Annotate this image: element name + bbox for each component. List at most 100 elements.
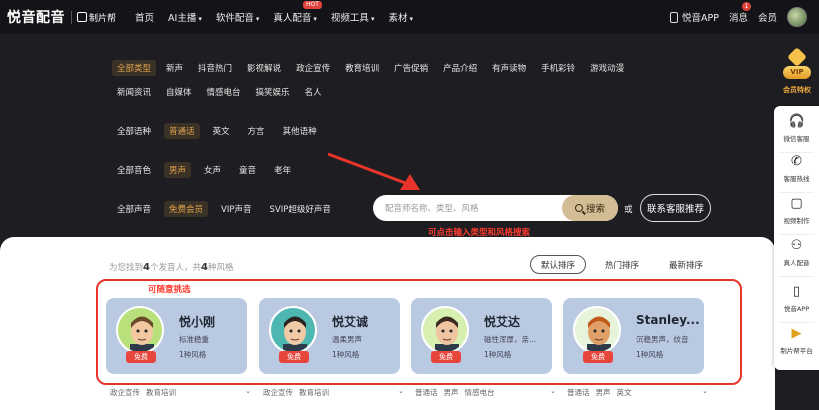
chevron-down-icon[interactable]: ⌄: [702, 387, 708, 398]
voice-style-count: 1种风格: [332, 350, 360, 359]
rail-item-phone[interactable]: ✆ 客服热线: [774, 154, 819, 183]
sort-hot-button[interactable]: 热门排序: [593, 255, 651, 274]
filter-chip-member-2[interactable]: VIP声音: [216, 201, 256, 217]
or-label: 或: [624, 205, 633, 215]
mobile-icon: ▯: [792, 284, 801, 299]
nav-item-label: 素材: [388, 13, 408, 24]
filter-chip-type_row1-6[interactable]: 广告促销: [389, 60, 433, 76]
mobile-icon: [670, 12, 678, 23]
user-avatar[interactable]: [787, 7, 807, 27]
filter-chip-voice-1[interactable]: 男声: [164, 162, 192, 178]
rail-item-label: 微信客服: [783, 135, 810, 143]
nav-item-0[interactable]: 首页: [128, 10, 161, 24]
voice-card[interactable]: 免费 悦艾达 磁性浑厚，亲... 1种风格: [411, 298, 552, 374]
rail-item-label: 真人配音: [783, 259, 810, 267]
rail-divider: [779, 234, 814, 235]
filter-chip-type_row1-4[interactable]: 政企宣传: [291, 60, 335, 76]
filter-chip-type_row1-5[interactable]: 教育培训: [340, 60, 384, 76]
voice-card[interactable]: 免费 Stanley... 沉稳男声，纹音 1种风格: [563, 298, 704, 374]
rail-item-play-circle[interactable]: ▶ 制片帮平台: [774, 326, 819, 355]
voice-tags: 普通话 男声 情感电台 ⌄: [415, 387, 556, 398]
pick-annotation: 可随意挑选: [148, 285, 191, 295]
sort-default-button[interactable]: 默认排序: [530, 255, 586, 274]
phone-icon: ✆: [791, 154, 802, 169]
voice-tag: 普通话: [567, 388, 590, 397]
messages-link[interactable]: 消息 1: [728, 2, 751, 24]
filter-chip-member-0[interactable]: 全部声音: [112, 201, 156, 217]
search-icon: [574, 204, 583, 212]
rail-item-label: 制片帮平台: [780, 347, 813, 355]
search-button[interactable]: 搜索: [562, 195, 618, 221]
voice-avatar: [421, 306, 469, 354]
voice-tag: 男声: [595, 388, 611, 397]
filter-chip-type_row1-3[interactable]: 影视解说: [242, 60, 286, 76]
voice-card[interactable]: 免费 悦艾诚 温柔男声 1种风格: [259, 298, 400, 374]
filter-chip-type_row2-0[interactable]: 新闻资讯: [112, 84, 156, 100]
chevron-down-icon[interactable]: ⌄: [398, 387, 404, 398]
nav-item-4[interactable]: 视频工具 ▾: [324, 10, 382, 24]
search-bar: 配音师名称、类型、风格 搜索: [373, 195, 618, 221]
annotation-arrow-icon: [327, 152, 420, 190]
filter-chip-voice-4[interactable]: 老年: [269, 162, 296, 178]
filter-chip-type_row2-1[interactable]: 自媒体: [161, 84, 197, 100]
filter-chip-language-1[interactable]: 普通话: [164, 123, 200, 139]
filter-chip-type_row1-9[interactable]: 手机彩铃: [536, 60, 580, 76]
logo[interactable]: 悦音配音 制片帮: [7, 7, 116, 27]
filter-chip-type_row1-10[interactable]: 游戏动漫: [585, 60, 629, 76]
filter-chip-member-1[interactable]: 免费会员: [164, 201, 209, 217]
rail-item-label: 客服热线: [783, 175, 810, 183]
search-input[interactable]: 配音师名称、类型、风格: [385, 202, 479, 214]
vip-promo[interactable]: VIP 会员特权: [777, 47, 817, 103]
messages-label: 消息: [728, 13, 748, 24]
contact-cs-button[interactable]: 联系客服推荐: [640, 194, 711, 222]
play-circle-icon: ▶: [791, 326, 802, 341]
voice-name: 悦小刚: [179, 315, 216, 329]
sort-newest-button[interactable]: 最新排序: [657, 255, 715, 274]
voice-tag: 政企宣传: [263, 388, 293, 397]
app-download-link[interactable]: 悦音APP: [670, 10, 719, 24]
partner-logo-text: 制片帮: [89, 13, 117, 24]
filter-chip-type_row2-3[interactable]: 搞笑娱乐: [251, 84, 295, 100]
nav-item-label: AI主播: [168, 13, 197, 24]
top-right-menu: 悦音APP 消息 1 会员: [670, 0, 807, 34]
voice-filter-row: 全部音色 男声 女声 童音 老年: [112, 162, 296, 178]
chevron-down-icon[interactable]: ⌄: [245, 387, 251, 398]
filter-chip-language-2[interactable]: 英文: [208, 123, 235, 139]
filter-chip-type_row1-8[interactable]: 有声读物: [487, 60, 531, 76]
type-filter-row-2: 新闻资讯 自媒体 情感电台 搞笑娱乐 名人: [112, 84, 327, 100]
nav-item-1[interactable]: AI主播 ▾: [161, 10, 209, 24]
filter-chip-voice-3[interactable]: 童音: [234, 162, 261, 178]
diamond-icon: [787, 47, 807, 67]
filter-chip-type_row1-0[interactable]: 全部类型: [112, 60, 157, 76]
nav-item-2[interactable]: 软件配音 ▾: [209, 10, 267, 24]
filter-chip-member-3[interactable]: SVIP超级好声音: [264, 201, 335, 217]
filter-chip-voice-2[interactable]: 女声: [199, 162, 226, 178]
voice-tags: 普通话 男声 英文 ⌄: [567, 387, 708, 398]
filter-chip-type_row2-2[interactable]: 情感电台: [202, 84, 246, 100]
nav-item-3[interactable]: 真人配音 ▾ HOT: [266, 1, 324, 24]
filter-chip-type_row1-7[interactable]: 产品介绍: [438, 60, 482, 76]
voice-description: 温柔男声: [332, 335, 362, 344]
filter-chip-language-4[interactable]: 其他语种: [278, 123, 322, 139]
result-count: 为您找到4个发音人，共4种风格: [109, 261, 233, 273]
main-nav: 首页 AI主播 ▾ 软件配音 ▾ 真人配音 ▾ HOT 视频工具 ▾ 素材 ▾: [128, 1, 420, 24]
rail-item-video[interactable]: ▢ 视频制作: [774, 196, 819, 225]
filter-chip-type_row1-1[interactable]: 新声: [161, 60, 188, 76]
rail-item-headset[interactable]: 🎧 微信客服: [774, 114, 819, 143]
type-filter-row: 全部类型 新声 抖音热门 影视解说 政企宣传 教育培训 广告促销 产品介绍 有声读物 手机彩铃 游戏…: [112, 60, 629, 76]
count-suffix: 种风格: [207, 263, 234, 273]
voice-name: Stanley...: [636, 313, 700, 327]
voice-card[interactable]: 免费 悦小刚 标准稳重 1种风格: [106, 298, 247, 374]
filter-chip-language-3[interactable]: 方言: [243, 123, 270, 139]
filter-chip-voice-0[interactable]: 全部音色: [112, 162, 156, 178]
filter-chip-type_row1-2[interactable]: 抖音热门: [193, 60, 237, 76]
filter-chip-type_row2-4[interactable]: 名人: [300, 84, 327, 100]
count-prefix: 为您找到: [109, 263, 144, 273]
nav-item-5[interactable]: 素材 ▾: [381, 10, 420, 24]
member-link[interactable]: 会员: [758, 10, 777, 24]
rail-item-mobile[interactable]: ▯ 悦音APP: [774, 284, 819, 313]
chevron-down-icon[interactable]: ⌄: [550, 387, 556, 398]
rail-item-person[interactable]: ⚇ 真人配音: [774, 238, 819, 267]
voice-tag: 情感电台: [464, 388, 495, 397]
filter-chip-language-0[interactable]: 全部语种: [112, 123, 156, 139]
